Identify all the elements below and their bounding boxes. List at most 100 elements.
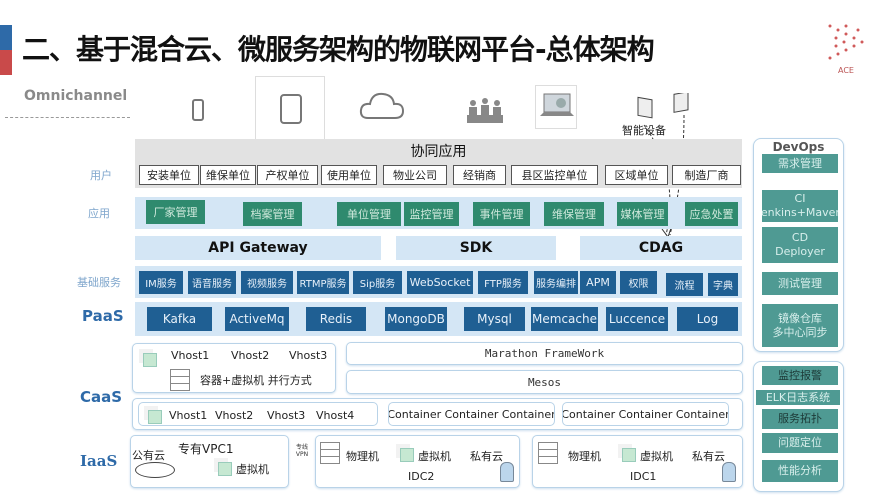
- app-event[interactable]: 事件管理: [473, 202, 530, 226]
- vhost: Vhost1: [169, 409, 208, 422]
- vhost: Vhost3: [289, 349, 328, 362]
- paas-label: PaaS: [82, 307, 124, 325]
- tablet-card: [255, 76, 325, 140]
- vm-label: 虚拟机: [640, 450, 673, 463]
- devops-ci[interactable]: CIJenkins+Maven: [762, 190, 838, 222]
- paas-kafka[interactable]: Kafka: [147, 307, 212, 331]
- sdk[interactable]: SDK: [396, 236, 556, 260]
- svc-dictionary[interactable]: 字典: [708, 273, 738, 296]
- paas-log[interactable]: Log: [677, 307, 738, 331]
- svc-voice[interactable]: 语音服务: [188, 271, 236, 294]
- tablet-icon: [280, 94, 302, 124]
- user-manufacturer[interactable]: 制造厂商: [672, 165, 741, 185]
- phone-icon: [192, 99, 204, 121]
- user-install[interactable]: 安装单位: [139, 165, 199, 185]
- registry-line2: 多中心同步: [772, 325, 828, 339]
- user-property[interactable]: 物业公司: [383, 165, 447, 185]
- app-maintain[interactable]: 维保管理: [544, 202, 604, 226]
- ace-logo: ACE: [826, 22, 866, 75]
- svc-ftp[interactable]: FTP服务: [478, 271, 528, 294]
- app-unit[interactable]: 单位管理: [337, 202, 401, 226]
- ops-diagnosis[interactable]: 问题定位: [762, 433, 838, 453]
- vm-icon: [400, 448, 414, 462]
- api-gateway[interactable]: API Gateway: [135, 236, 381, 260]
- vpc-label: 专有VPC1: [178, 442, 234, 456]
- svc-apm[interactable]: APM: [580, 271, 616, 294]
- idc1-label: IDC1: [630, 470, 657, 483]
- svc-orchestration[interactable]: 服务编排: [534, 271, 578, 294]
- cloud-icon: [135, 462, 175, 478]
- svc-rtmp[interactable]: RTMP服务: [297, 271, 349, 294]
- vm-icon: [148, 410, 162, 424]
- devops-cd[interactable]: CD Deployer: [762, 227, 838, 263]
- marathon-framework[interactable]: Marathon FrameWork: [346, 342, 743, 365]
- vpn-link: 专线 VPN: [290, 444, 314, 458]
- svc-permission[interactable]: 权限: [620, 271, 657, 294]
- vhost: Vhost2: [231, 349, 270, 362]
- parallel-mode: 容器+虚拟机 并行方式: [200, 374, 312, 387]
- ops-alerting[interactable]: 监控报警: [762, 366, 838, 385]
- app-emergency[interactable]: 应急处置: [685, 202, 738, 226]
- devops-requirements[interactable]: 需求管理: [762, 154, 838, 173]
- laptop-icon: [540, 93, 574, 116]
- paas-mysql[interactable]: Mysql: [464, 307, 525, 331]
- collab-title: 协同应用: [410, 144, 467, 160]
- devops-title: DevOps: [772, 140, 825, 154]
- ops-performance[interactable]: 性能分析: [762, 460, 838, 482]
- divider: [5, 117, 130, 118]
- vpn-link-label: 专线 VPN: [295, 444, 309, 458]
- svc-im[interactable]: IM服务: [139, 271, 183, 294]
- public-cloud-label: 公有云: [132, 449, 165, 462]
- container-group-b: Container Container Container: [562, 402, 729, 426]
- cloud-icon: [358, 88, 406, 128]
- ops-elk[interactable]: ELK日志系统: [756, 390, 840, 405]
- private-cloud-label: 私有云: [470, 450, 503, 463]
- logo-text: ACE: [838, 66, 854, 75]
- user-row-label: 用户: [90, 169, 112, 182]
- mesos[interactable]: Mesos: [346, 370, 743, 394]
- vhost: Vhost3: [267, 409, 306, 422]
- paas-mongodb[interactable]: MongoDB: [385, 307, 447, 331]
- ops-topology[interactable]: 服务拓扑: [762, 409, 838, 429]
- ci-label: CI: [794, 192, 806, 205]
- cd-tool: Deployer: [775, 245, 825, 258]
- app-media[interactable]: 媒体管理: [617, 202, 668, 226]
- app-monitor[interactable]: 监控管理: [404, 202, 459, 226]
- svc-sip[interactable]: Sip服务: [353, 271, 402, 294]
- user-maintenance[interactable]: 维保单位: [200, 165, 256, 185]
- paas-activemq[interactable]: ActiveMq: [225, 307, 289, 331]
- paas-redis[interactable]: Redis: [306, 307, 366, 331]
- user-operator[interactable]: 使用单位: [321, 165, 377, 185]
- devops-testing[interactable]: 测试管理: [762, 272, 838, 295]
- vm-label: 虚拟机: [418, 450, 451, 463]
- svc-websocket[interactable]: WebSocket: [407, 271, 473, 294]
- devops-registry[interactable]: 镜像仓库 多中心同步: [762, 304, 838, 347]
- user-dealer[interactable]: 经销商: [453, 165, 506, 185]
- vm-label: 虚拟机: [236, 463, 269, 476]
- laptop-card: [535, 85, 577, 129]
- server-icon: [538, 442, 558, 464]
- app-archive[interactable]: 档案管理: [243, 202, 302, 226]
- user-owner[interactable]: 产权单位: [257, 165, 318, 185]
- private-cloud-icon: [722, 462, 736, 482]
- registry-line1: 镜像仓库: [778, 311, 822, 325]
- user-region[interactable]: 区域单位: [605, 165, 668, 185]
- paas-memcache[interactable]: Memcache: [531, 307, 598, 331]
- svc-video[interactable]: 视频服务: [241, 271, 293, 294]
- base-row-label: 基础服务: [77, 276, 121, 289]
- svc-workflow[interactable]: 流程: [666, 273, 703, 296]
- iaas-label: IaaS: [80, 452, 118, 470]
- server-icon: [170, 369, 190, 391]
- app-vendor[interactable]: 厂家管理: [146, 200, 205, 224]
- vm-icon: [622, 448, 636, 462]
- private-cloud-label: 私有云: [692, 450, 725, 463]
- people-icon: [465, 97, 505, 129]
- vhost: Vhost2: [215, 409, 254, 422]
- private-cloud-icon: [500, 462, 514, 482]
- paas-luccence[interactable]: Luccence: [606, 307, 668, 331]
- cdag[interactable]: CDAG: [580, 236, 742, 260]
- idc2-label: IDC2: [408, 470, 435, 483]
- user-county[interactable]: 县区监控单位: [511, 165, 598, 185]
- container-group-a: Container Container Container: [388, 402, 555, 426]
- app-row-label: 应用: [88, 207, 110, 220]
